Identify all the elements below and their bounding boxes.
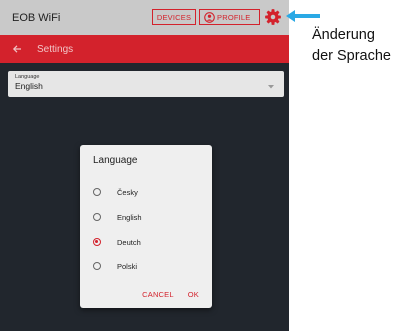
language-option-label: English <box>117 212 142 222</box>
settings-header: Settings <box>0 35 289 63</box>
language-select[interactable]: Language English <box>8 71 284 97</box>
language-option-polski[interactable]: Polski <box>93 259 137 273</box>
language-dialog: Language Česky English Deutch Polski CAN… <box>80 145 212 308</box>
annotation-text: Änderung der Sprache <box>312 25 407 67</box>
radio-button[interactable] <box>93 188 101 196</box>
dialog-title: Language <box>93 155 138 166</box>
radio-button[interactable] <box>93 213 101 221</box>
cancel-button[interactable]: CANCEL <box>142 290 174 299</box>
back-arrow-icon[interactable] <box>12 44 22 54</box>
app-title: EOB WiFi <box>12 11 61 24</box>
radio-button[interactable] <box>93 262 101 270</box>
language-option-label: Deutch <box>117 237 141 247</box>
devices-button[interactable]: DEVICES <box>152 9 196 25</box>
dialog-actions: CANCEL OK <box>142 290 199 299</box>
language-option-label: Polski <box>117 261 138 271</box>
app-screen: EOB WiFi DEVICES PROFILE Settings Langua… <box>0 0 289 331</box>
language-select-label: Language <box>15 74 40 80</box>
page-title: Settings <box>37 43 74 55</box>
annotation-line-2: der Sprache <box>312 48 391 64</box>
chevron-down-icon <box>268 85 274 89</box>
profile-icon <box>204 11 215 23</box>
language-option-english[interactable]: English <box>93 210 142 224</box>
language-select-value: English <box>15 81 43 91</box>
profile-button[interactable]: PROFILE <box>199 9 260 25</box>
callout-arrow-icon <box>286 10 320 22</box>
ok-button[interactable]: OK <box>188 290 199 299</box>
devices-button-label: DEVICES <box>156 12 192 22</box>
language-option-label: Česky <box>117 187 138 197</box>
language-option-cesky[interactable]: Česky <box>93 185 138 199</box>
language-option-deutch[interactable]: Deutch <box>93 235 141 249</box>
gear-icon[interactable] <box>264 8 282 26</box>
profile-button-label: PROFILE <box>217 12 251 22</box>
top-bar: EOB WiFi DEVICES PROFILE <box>0 0 289 35</box>
radio-button-selected[interactable] <box>93 238 101 246</box>
annotation-line-1: Änderung <box>312 27 375 43</box>
